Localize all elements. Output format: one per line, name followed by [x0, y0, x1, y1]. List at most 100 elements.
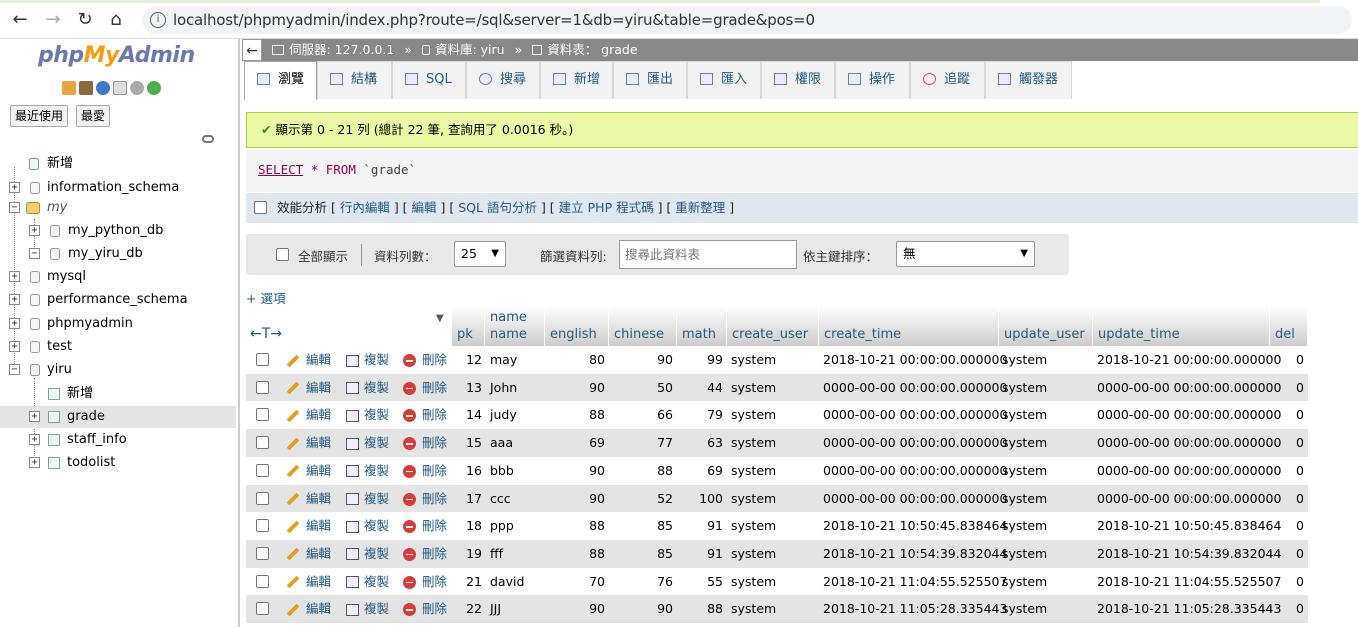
- cell-name[interactable]: aaa: [490, 429, 545, 457]
- edit-button[interactable]: 編輯: [286, 595, 331, 623]
- cell-update-time[interactable]: 0000-00-00 00:00:00.000000: [1097, 485, 1281, 513]
- cell-create-user[interactable]: system: [731, 485, 819, 513]
- header-create-time[interactable]: create_time: [819, 306, 999, 346]
- edit-button[interactable]: 編輯: [286, 457, 331, 485]
- cell-create-time[interactable]: 0000-00-00 00:00:00.000000: [823, 401, 1007, 429]
- cell-create-user[interactable]: system: [731, 457, 819, 485]
- docs-icon[interactable]: [113, 81, 127, 95]
- cell-name[interactable]: John: [490, 374, 545, 402]
- cell-update-user[interactable]: system: [1002, 512, 1093, 540]
- cell-chinese[interactable]: 52: [609, 485, 673, 513]
- copy-button[interactable]: 複製: [346, 401, 389, 429]
- tree-item-performance-schema[interactable]: + performance_schema: [0, 289, 236, 311]
- cell-create-time[interactable]: 2018-10-21 10:54:39.832044: [823, 540, 1007, 568]
- breadcrumb-table[interactable]: 資料表： grade: [547, 42, 637, 57]
- tab-sql[interactable]: SQL: [392, 61, 466, 99]
- cell-math[interactable]: 79: [677, 401, 723, 429]
- cell-chinese[interactable]: 77: [609, 429, 673, 457]
- url-text[interactable]: localhost/phpmyadmin/index.php?route=/sq…: [173, 11, 815, 29]
- edit-button[interactable]: 編輯: [286, 485, 331, 513]
- tab-search[interactable]: 搜尋: [466, 61, 540, 99]
- cell-chinese[interactable]: 85: [609, 512, 673, 540]
- header-english[interactable]: english: [545, 306, 609, 346]
- delete-button[interactable]: 刪除: [403, 429, 447, 457]
- cell-english[interactable]: 90: [545, 595, 605, 623]
- explain-sql-link[interactable]: SQL 語句分析: [458, 200, 537, 215]
- tab-privileges[interactable]: 權限: [761, 61, 835, 99]
- cell-update-user[interactable]: system: [1002, 540, 1093, 568]
- row-checkbox[interactable]: [256, 436, 269, 450]
- cell-pk[interactable]: 18: [452, 512, 482, 540]
- cell-update-user[interactable]: system: [1002, 568, 1093, 596]
- cell-create-time[interactable]: 2018-10-21 10:50:45.838464: [823, 512, 1007, 540]
- cell-chinese[interactable]: 50: [609, 374, 673, 402]
- settings-icon[interactable]: [130, 81, 144, 95]
- sql-query-box[interactable]: SELECT * FROM `grade`: [246, 150, 1358, 192]
- tab-operations[interactable]: 操作: [835, 61, 910, 99]
- row-checkbox[interactable]: [256, 546, 269, 560]
- cell-create-time[interactable]: 0000-00-00 00:00:00.000000: [823, 429, 1007, 457]
- copy-button[interactable]: 複製: [346, 346, 389, 374]
- cell-math[interactable]: 100: [677, 485, 723, 513]
- tree-item-test[interactable]: + test: [0, 336, 236, 358]
- cell-name[interactable]: ppp: [490, 512, 545, 540]
- tree-item-mysql[interactable]: + mysql: [0, 266, 236, 288]
- expand-icon[interactable]: +: [29, 434, 40, 445]
- edit-button[interactable]: 編輯: [286, 540, 331, 568]
- cell-create-user[interactable]: system: [731, 540, 819, 568]
- cell-math[interactable]: 91: [677, 512, 723, 540]
- collapse-icon[interactable]: −: [29, 248, 40, 259]
- header-del[interactable]: del: [1270, 306, 1308, 346]
- options-link[interactable]: + 選項: [246, 288, 285, 307]
- inline-edit-link[interactable]: 行內編輯: [340, 200, 390, 215]
- cell-update-user[interactable]: system: [1002, 401, 1093, 429]
- cell-create-user[interactable]: system: [731, 429, 819, 457]
- cell-math[interactable]: 88: [677, 595, 723, 623]
- cell-del[interactable]: 0: [1270, 540, 1304, 568]
- cell-create-time[interactable]: 0000-00-00 00:00:00.000000: [823, 374, 1007, 402]
- tree-item-new-table[interactable]: 新增: [0, 383, 236, 405]
- delete-button[interactable]: 刪除: [403, 374, 447, 402]
- expand-icon[interactable]: +: [9, 271, 20, 282]
- tab-insert[interactable]: 新增: [540, 61, 613, 99]
- tree-item-grade[interactable]: + grade: [0, 406, 236, 428]
- delete-button[interactable]: 刪除: [403, 401, 447, 429]
- help-icon[interactable]: [96, 81, 110, 95]
- copy-button[interactable]: 複製: [346, 374, 389, 402]
- reload-navigation-icon[interactable]: [147, 81, 161, 95]
- header-update-time[interactable]: update_time: [1093, 306, 1270, 346]
- expand-icon[interactable]: +: [9, 318, 20, 329]
- collapse-icon[interactable]: −: [9, 364, 20, 375]
- cell-math[interactable]: 99: [677, 346, 723, 374]
- cell-update-time[interactable]: 2018-10-21 00:00:00.000000: [1097, 346, 1281, 374]
- home-icon[interactable]: ⌂: [105, 9, 127, 31]
- profiling-checkbox[interactable]: [254, 201, 267, 214]
- tab-structure[interactable]: 結構: [317, 61, 392, 99]
- cell-update-time[interactable]: 2018-10-21 10:50:45.838464: [1097, 512, 1281, 540]
- cell-name[interactable]: bbb: [490, 457, 545, 485]
- favorites-tab[interactable]: 最愛: [76, 105, 111, 127]
- cell-del[interactable]: 0: [1270, 346, 1304, 374]
- refresh-link[interactable]: 重新整理: [675, 200, 725, 215]
- cell-create-user[interactable]: system: [731, 512, 819, 540]
- cell-del[interactable]: 0: [1270, 485, 1304, 513]
- show-all-checkbox[interactable]: [276, 248, 289, 261]
- edit-link[interactable]: 編輯: [412, 200, 437, 215]
- row-checkbox[interactable]: [256, 463, 269, 477]
- row-checkbox[interactable]: [256, 519, 269, 533]
- cell-update-user[interactable]: system: [1002, 457, 1093, 485]
- copy-button[interactable]: 複製: [346, 429, 389, 457]
- column-arrows[interactable]: ←T→: [250, 326, 282, 342]
- expand-icon[interactable]: +: [9, 341, 20, 352]
- forward-icon[interactable]: →: [42, 9, 64, 31]
- show-all-label[interactable]: 全部顯示: [298, 246, 348, 265]
- edit-button[interactable]: 編輯: [286, 429, 331, 457]
- phpmyadmin-logo[interactable]: phpMyAdmin: [38, 43, 195, 68]
- cell-pk[interactable]: 13: [452, 374, 482, 402]
- tab-tracking[interactable]: 追蹤: [910, 61, 985, 99]
- cell-name[interactable]: may: [490, 346, 545, 374]
- edit-button[interactable]: 編輯: [286, 374, 331, 402]
- cell-chinese[interactable]: 85: [609, 540, 673, 568]
- cell-name[interactable]: ccc: [490, 485, 545, 513]
- tab-triggers[interactable]: 觸發器: [985, 61, 1072, 99]
